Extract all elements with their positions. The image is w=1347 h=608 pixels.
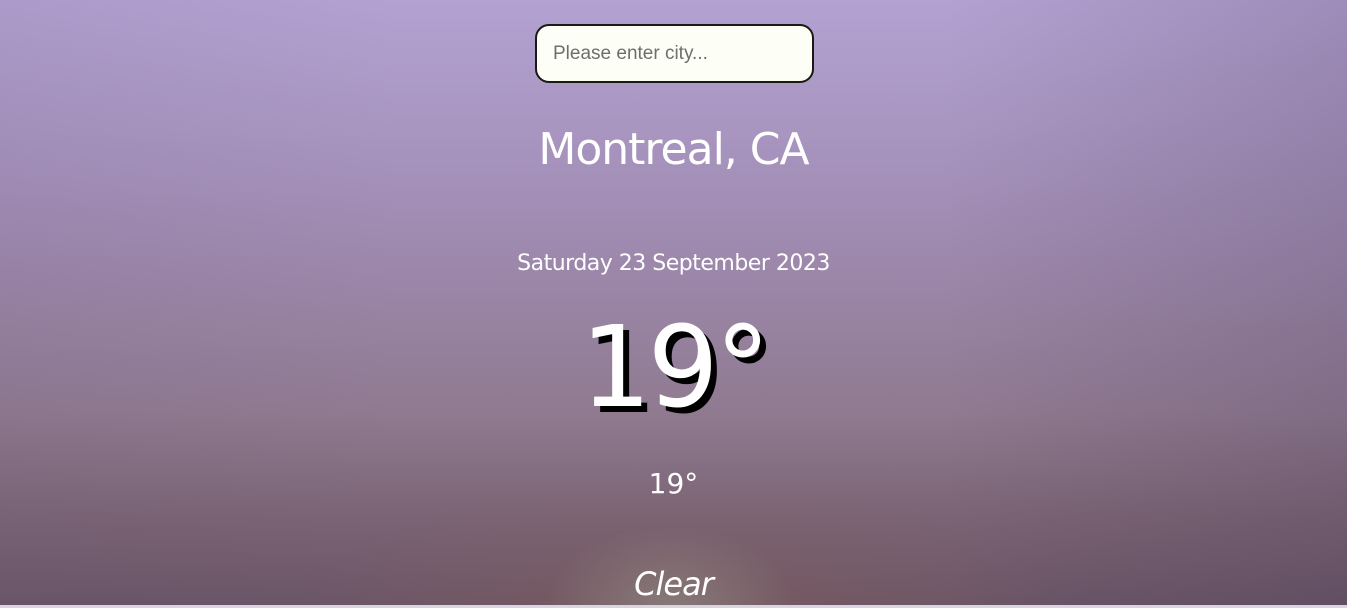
current-temperature: 19° xyxy=(580,303,771,433)
search-box xyxy=(535,24,814,83)
weather-page: { "search": { "placeholder": "Please ent… xyxy=(0,0,1347,608)
secondary-temperature: 19° xyxy=(648,467,699,500)
current-date: Saturday 23 September 2023 xyxy=(517,251,830,276)
city-name: Montreal, CA xyxy=(538,124,809,175)
weather-condition: Clear xyxy=(634,565,714,603)
city-search-input[interactable] xyxy=(535,24,814,83)
